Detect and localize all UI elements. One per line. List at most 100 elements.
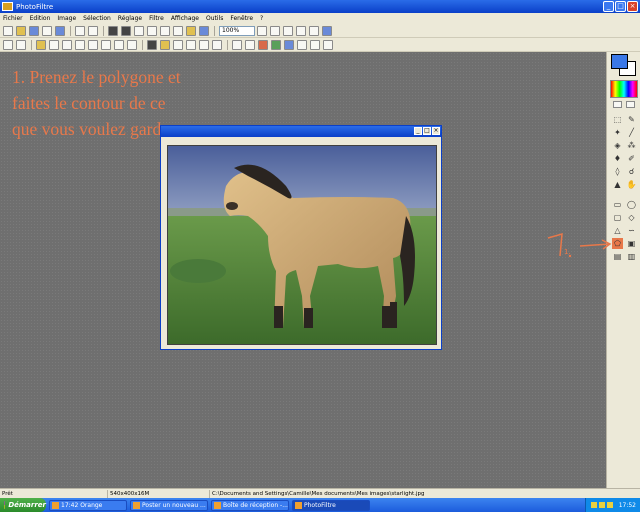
sharpen-icon[interactable] bbox=[186, 39, 196, 50]
saturation-up-icon[interactable] bbox=[88, 39, 98, 50]
new-file-icon[interactable] bbox=[3, 25, 13, 36]
fit-window-icon[interactable] bbox=[296, 25, 306, 36]
menu-edition[interactable]: Edition bbox=[30, 15, 51, 22]
rectangle-select-icon[interactable]: ▭ bbox=[612, 199, 623, 210]
start-button[interactable]: Démarrer bbox=[0, 498, 46, 512]
task-poster[interactable]: Poster un nouveau ... bbox=[130, 499, 208, 511]
lasso-icon[interactable]: ∽ bbox=[626, 225, 637, 236]
flip-vertical-icon[interactable] bbox=[310, 39, 320, 50]
smudge-icon[interactable]: ☌ bbox=[626, 166, 637, 177]
menu-fenetre[interactable]: Fenêtre bbox=[230, 15, 253, 22]
tray-icon[interactable] bbox=[598, 502, 605, 508]
contrast-up-icon[interactable] bbox=[62, 39, 72, 50]
menu-outils[interactable]: Outils bbox=[206, 15, 223, 22]
maximize-button[interactable]: □ bbox=[615, 1, 626, 12]
tray-icon[interactable] bbox=[606, 502, 613, 508]
rounded-rect-select-icon[interactable]: ▢ bbox=[612, 212, 623, 223]
contrast-down-icon[interactable] bbox=[75, 39, 85, 50]
auto-contrast-icon[interactable] bbox=[16, 39, 26, 50]
darken-icon[interactable] bbox=[49, 39, 59, 50]
transparency-icon[interactable] bbox=[186, 25, 196, 36]
stamp-icon[interactable]: ▲ bbox=[612, 179, 623, 190]
magic-wand-icon[interactable]: ✦ bbox=[612, 127, 623, 138]
tray-icon[interactable] bbox=[590, 502, 597, 508]
image-window-title-bar[interactable]: _ □ × bbox=[161, 126, 441, 137]
undo-icon[interactable] bbox=[75, 25, 85, 36]
hand-icon[interactable]: ✋ bbox=[626, 179, 637, 190]
frame-icon[interactable] bbox=[199, 25, 209, 36]
spray-icon[interactable]: ⁂ bbox=[626, 140, 637, 151]
horse-photo[interactable] bbox=[167, 145, 437, 345]
canvas-icon[interactable] bbox=[160, 25, 170, 36]
color-palette[interactable] bbox=[610, 80, 638, 98]
gamma-down-icon[interactable] bbox=[127, 39, 137, 50]
paste-icon[interactable] bbox=[121, 25, 131, 36]
color-picker-icon[interactable]: ✎ bbox=[626, 114, 637, 125]
gradient-icon[interactable] bbox=[258, 39, 268, 50]
texture-icon[interactable] bbox=[199, 39, 209, 50]
zoom-select[interactable]: 100% bbox=[219, 25, 255, 36]
menu-help[interactable]: ? bbox=[260, 15, 263, 22]
select-tool-icon[interactable]: ⬚ bbox=[612, 114, 623, 125]
menu-affichage[interactable]: Affichage bbox=[171, 15, 199, 22]
fullscreen-icon[interactable] bbox=[309, 25, 319, 36]
blur-icon[interactable] bbox=[173, 39, 183, 50]
app-icon bbox=[2, 2, 13, 11]
actual-size-icon[interactable] bbox=[283, 25, 293, 36]
open-folder-icon[interactable] bbox=[16, 25, 26, 36]
zoom-out-icon[interactable] bbox=[270, 25, 280, 36]
menu-selection[interactable]: Sélection bbox=[83, 15, 111, 22]
ellipse-select-icon[interactable]: ◯ bbox=[626, 199, 637, 210]
flip-horizontal-icon[interactable] bbox=[297, 39, 307, 50]
saturation-down-icon[interactable] bbox=[101, 39, 111, 50]
menu-fichier[interactable]: Fichier bbox=[3, 15, 23, 22]
gamma-up-icon[interactable] bbox=[114, 39, 124, 50]
image-maximize-button[interactable]: □ bbox=[423, 127, 431, 135]
selection-info-icon[interactable]: ▥ bbox=[626, 251, 637, 262]
text-icon[interactable] bbox=[173, 25, 183, 36]
palette-next-button[interactable] bbox=[626, 101, 635, 108]
image-window[interactable]: _ □ × bbox=[160, 125, 442, 350]
menu-filtre[interactable]: Filtre bbox=[149, 15, 164, 22]
rgb-icon[interactable] bbox=[284, 39, 294, 50]
task-photofiltre[interactable]: PhotoFiltre bbox=[292, 499, 370, 511]
app-title-bar[interactable]: PhotoFiltre _ □ × bbox=[0, 0, 640, 13]
minimize-button[interactable]: _ bbox=[603, 1, 614, 12]
sepia-icon[interactable] bbox=[160, 39, 170, 50]
grayscale-icon[interactable] bbox=[147, 39, 157, 50]
redo-icon[interactable] bbox=[88, 25, 98, 36]
task-orange[interactable]: 17:42 Orange bbox=[49, 499, 127, 511]
palette-prev-button[interactable] bbox=[613, 101, 622, 108]
close-button[interactable]: × bbox=[627, 1, 638, 12]
fill-bucket-icon[interactable]: ◈ bbox=[612, 140, 623, 151]
scan-icon[interactable] bbox=[55, 25, 65, 36]
triangle-icon[interactable] bbox=[232, 39, 242, 50]
load-selection-icon[interactable]: ▣ bbox=[626, 238, 637, 249]
blur-drop-icon[interactable]: ◊ bbox=[612, 166, 623, 177]
foreground-color-swatch[interactable] bbox=[611, 54, 628, 69]
brush-icon[interactable]: ♦ bbox=[612, 153, 623, 164]
save-icon[interactable] bbox=[29, 25, 39, 36]
menu-image[interactable]: Image bbox=[57, 15, 76, 22]
brightness-icon[interactable] bbox=[36, 39, 46, 50]
diamond-select-icon[interactable]: ◇ bbox=[626, 212, 637, 223]
orange-icon bbox=[52, 501, 59, 509]
copy-icon[interactable] bbox=[108, 25, 118, 36]
task-inbox[interactable]: Boîte de réception -... bbox=[211, 499, 289, 511]
crop-icon[interactable] bbox=[134, 25, 144, 36]
pencil-icon[interactable]: ✐ bbox=[626, 153, 637, 164]
zoom-in-icon[interactable] bbox=[257, 25, 267, 36]
auto-level-icon[interactable] bbox=[3, 39, 13, 50]
image-minimize-button[interactable]: _ bbox=[414, 127, 422, 135]
window-controls: _ □ × bbox=[603, 1, 638, 12]
filter-icon[interactable] bbox=[212, 39, 222, 50]
line-tool-icon[interactable]: ╱ bbox=[626, 127, 637, 138]
menu-reglage[interactable]: Réglage bbox=[118, 15, 142, 22]
display-icon[interactable] bbox=[322, 25, 332, 36]
image-close-button[interactable]: × bbox=[432, 127, 440, 135]
color-balance-icon[interactable] bbox=[271, 39, 281, 50]
fade-icon[interactable] bbox=[245, 39, 255, 50]
print-icon[interactable] bbox=[42, 25, 52, 36]
rotate-icon[interactable] bbox=[323, 39, 333, 50]
resize-icon[interactable] bbox=[147, 25, 157, 36]
